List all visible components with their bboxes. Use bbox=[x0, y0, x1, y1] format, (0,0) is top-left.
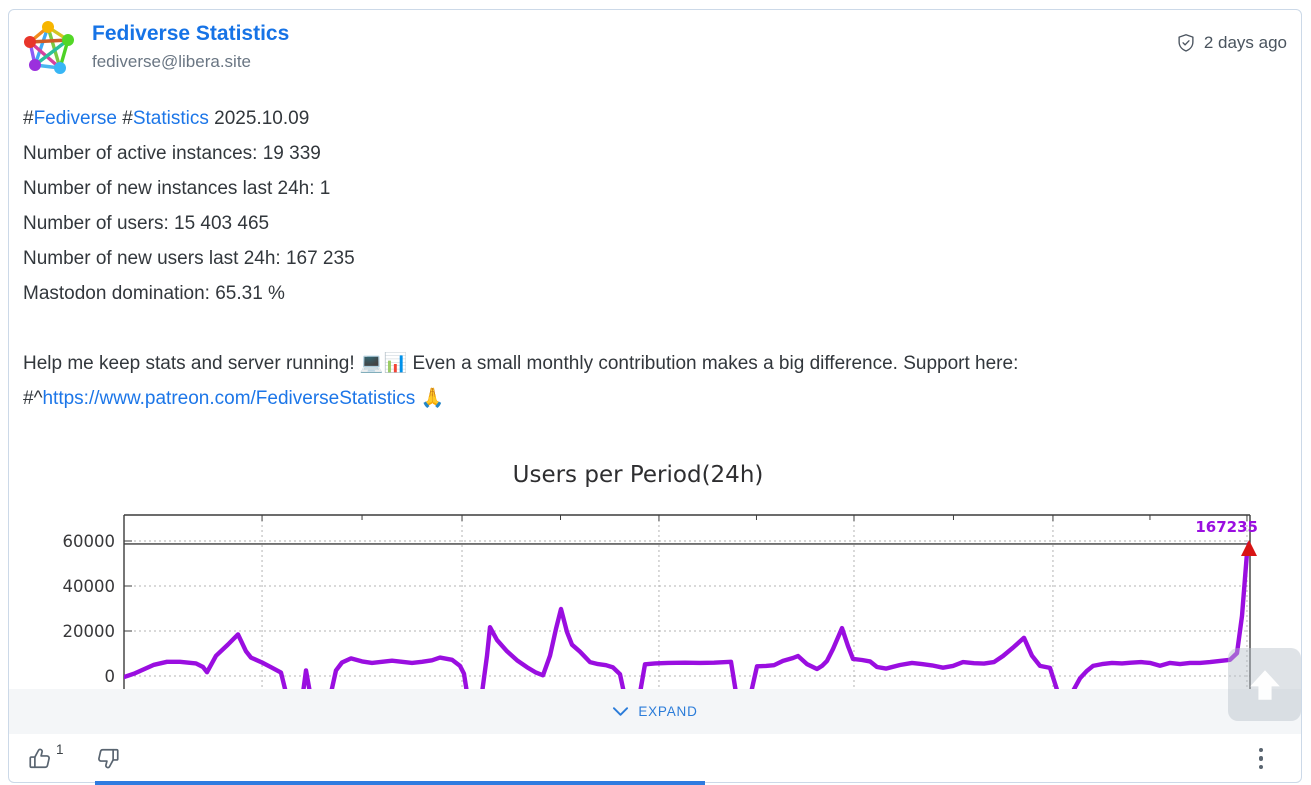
timestamp[interactable]: 2 days ago bbox=[1204, 33, 1287, 53]
expand-button[interactable]: EXPAND bbox=[9, 689, 1301, 734]
post-footer: 1 bbox=[9, 734, 1301, 783]
patreon-link[interactable]: https://www.patreon.com/FediverseStatist… bbox=[42, 388, 415, 409]
tag-line: #Fediverse #Statistics 2025.10.09 bbox=[23, 101, 1283, 136]
community-title[interactable]: Fediverse Statistics bbox=[92, 22, 289, 46]
expand-label: EXPAND bbox=[638, 704, 697, 719]
svg-text:20000: 20000 bbox=[63, 622, 116, 641]
post-body: #Fediverse #Statistics 2025.10.09 Number… bbox=[23, 101, 1283, 416]
chevron-down-icon bbox=[612, 706, 629, 717]
upvote-count: 1 bbox=[56, 742, 64, 757]
svg-text:40000: 40000 bbox=[63, 577, 116, 596]
stat-line: Number of new users last 24h: 167 235 bbox=[23, 241, 1283, 276]
shield-check-icon bbox=[1175, 32, 1197, 54]
more-options-button[interactable] bbox=[1253, 742, 1270, 776]
blank-line bbox=[23, 311, 1283, 346]
scroll-to-top-button[interactable] bbox=[1228, 648, 1301, 721]
link-prefix: #^ bbox=[23, 388, 42, 409]
post-card: Fediverse Statistics fediverse@libera.si… bbox=[8, 9, 1302, 783]
svg-text:167235: 167235 bbox=[1195, 518, 1258, 536]
upvote-button[interactable]: 1 bbox=[27, 745, 64, 772]
help-emoji: 🙏 bbox=[415, 388, 444, 409]
post-date: 2025.10.09 bbox=[209, 108, 309, 129]
svg-text:0: 0 bbox=[105, 667, 116, 686]
stat-line: Number of users: 15 403 465 bbox=[23, 206, 1283, 241]
help-line: Help me keep stats and server running! 💻… bbox=[23, 346, 1283, 416]
help-text: Help me keep stats and server running! 💻… bbox=[23, 353, 1018, 374]
stat-line: Mastodon domination: 65.31 % bbox=[23, 276, 1283, 311]
next-post-highlight-bar bbox=[95, 781, 705, 785]
thumbs-down-icon bbox=[94, 745, 121, 772]
community-handle: fediverse@libera.site bbox=[92, 52, 289, 72]
stat-line: Number of active instances: 19 339 bbox=[23, 136, 1283, 171]
hash-symbol: # bbox=[117, 108, 133, 129]
chart-title: Users per Period(24h) bbox=[15, 462, 1261, 488]
hash-symbol: # bbox=[23, 108, 34, 129]
thumbs-up-icon bbox=[27, 745, 54, 772]
post-header: Fediverse Statistics fediverse@libera.si… bbox=[21, 18, 1287, 74]
stat-line: Number of new instances last 24h: 1 bbox=[23, 171, 1283, 206]
arrow-up-icon bbox=[1241, 661, 1289, 709]
tag-link-fediverse[interactable]: Fediverse bbox=[34, 108, 117, 129]
chart-plot[interactable]: 0 20000 40000 60000 167235 bbox=[14, 513, 1260, 691]
avatar[interactable] bbox=[21, 18, 77, 74]
svg-text:60000: 60000 bbox=[63, 532, 116, 551]
downvote-button[interactable] bbox=[94, 745, 121, 772]
tag-link-statistics[interactable]: Statistics bbox=[133, 108, 209, 129]
